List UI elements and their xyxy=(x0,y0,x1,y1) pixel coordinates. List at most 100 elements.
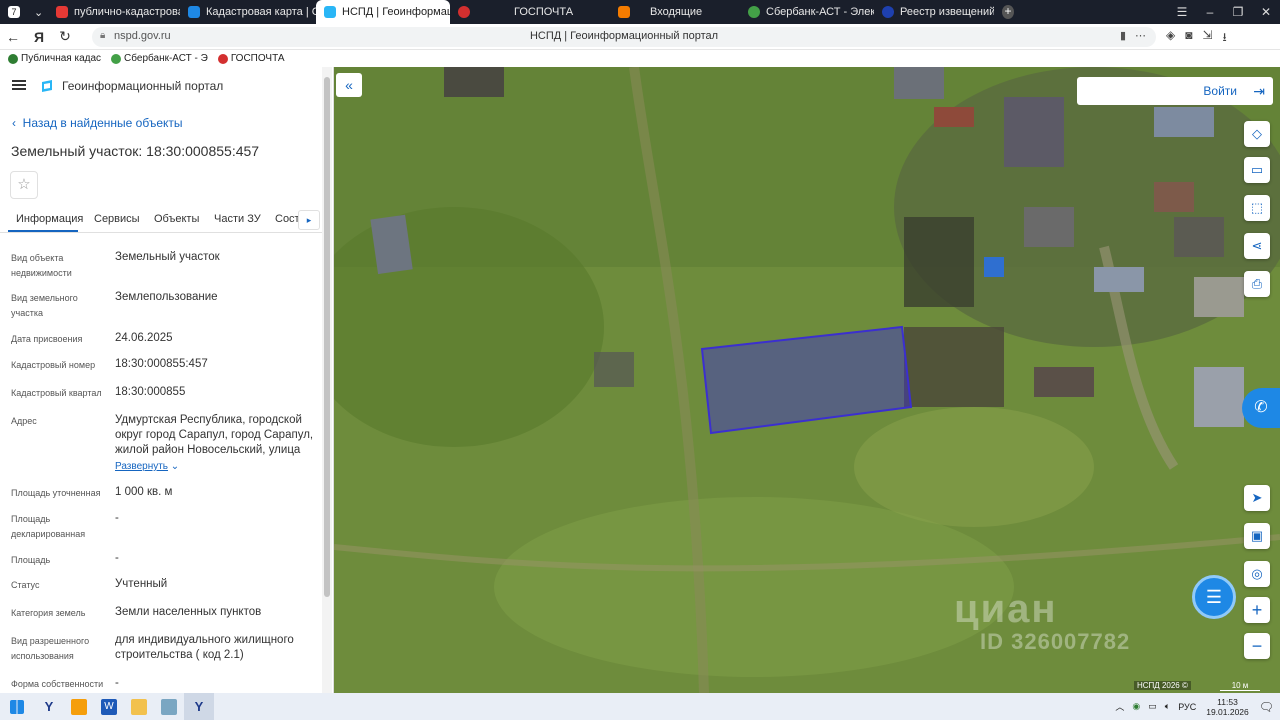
portal-name: Геоинформационный портал xyxy=(62,79,224,93)
tabs-dropdown-icon[interactable]: ⌄ xyxy=(26,0,48,24)
bookmark-tabs-icon[interactable]: ☰ xyxy=(1168,5,1196,19)
reload-icon[interactable]: ↻ xyxy=(52,28,78,45)
bookmark-1[interactable]: Сбербанк-АСТ - Э xyxy=(111,53,208,64)
back-arrow-icon[interactable]: ← xyxy=(0,29,26,45)
map-scale: 10 м xyxy=(1220,681,1260,691)
app-icon[interactable] xyxy=(154,693,184,720)
ruler-icon[interactable]: ▭ xyxy=(1244,157,1270,183)
tabs-next-arrow-icon[interactable]: ▸ xyxy=(298,210,320,230)
yandex-icon[interactable]: Я xyxy=(26,29,52,45)
tab-3[interactable] xyxy=(450,0,480,24)
hamburger-menu-icon[interactable] xyxy=(12,80,26,90)
login-button[interactable]: Войти ⇥ xyxy=(1077,77,1273,105)
browser-menu-button[interactable]: 7 xyxy=(0,0,26,24)
network-icon[interactable]: ▭ xyxy=(1148,701,1157,712)
attr-value-address: Удмуртская Республика, городской округ г… xyxy=(115,414,314,456)
word-icon[interactable]: W xyxy=(94,693,124,720)
watermark-id: ID 326007782 xyxy=(980,629,1131,654)
tab-services[interactable]: Сервисы xyxy=(94,213,140,225)
attr-label: Площадь уточненная xyxy=(11,488,101,498)
select-area-icon[interactable]: ⬚ xyxy=(1244,195,1270,221)
attr-value: - xyxy=(115,512,119,524)
close-window-icon[interactable]: ✕ xyxy=(1252,5,1280,19)
tab-favicon-icon xyxy=(748,6,760,18)
page-title-in-bar: НСПД | Геоинформационный портал xyxy=(529,30,719,42)
tab-2-active[interactable]: НСПД | Геоинформаци✕ xyxy=(316,0,450,24)
yandex-browser-icon[interactable]: Y xyxy=(34,693,64,720)
map-view[interactable]: « Войти ⇥ ◇ ▭ ⬚ ⋖ ⎙ ✆ ➤ ▣ ◎ + − циан ID … xyxy=(334,67,1280,693)
layers-icon[interactable]: ◇ xyxy=(1244,121,1270,147)
attr-label: Категория земель xyxy=(11,608,86,618)
info-tabs: Информация Сервисы Объекты Части ЗУ Сост… xyxy=(0,207,322,233)
print-icon[interactable]: ⎙ xyxy=(1244,271,1270,297)
attr-value: 18:30:000855:457 xyxy=(115,358,208,370)
yandex-browser-active-icon[interactable]: Y xyxy=(184,693,214,720)
attr-label: Кадастровый номер xyxy=(11,360,96,370)
zoom-in-icon[interactable]: + xyxy=(1244,597,1270,623)
attr-label: Площадь декларированная xyxy=(11,514,86,539)
share-icon[interactable]: ⇲ xyxy=(1202,28,1212,49)
scrollbar-thumb[interactable] xyxy=(324,77,330,597)
tray-app-icon[interactable]: ◉ xyxy=(1132,701,1140,712)
sidebar-scrollbar[interactable] xyxy=(322,67,332,693)
attr-label: Дата присвоения xyxy=(11,334,83,344)
tab-objects[interactable]: Объекты xyxy=(154,213,199,225)
portal-logo-icon xyxy=(42,80,52,92)
url-field[interactable]: 🔒︎ nspd.gov.ru НСПД | Геоинформационный … xyxy=(92,27,1156,47)
attr-value: Земли населенных пунктов xyxy=(115,606,262,618)
collapse-panel-icon[interactable]: « xyxy=(336,73,362,97)
restore-icon[interactable]: ❐ xyxy=(1224,5,1252,19)
tab-1[interactable]: Кадастровая карта | Сер xyxy=(180,0,316,24)
volume-icon[interactable]: 🔈︎ xyxy=(1165,701,1170,712)
chevron-up-icon[interactable]: ︿ xyxy=(1115,700,1124,713)
more-icon[interactable]: ⋯ xyxy=(1135,29,1146,42)
bookmark-2[interactable]: ГОСПОЧТА xyxy=(217,53,285,64)
attr-value: 24.06.2025 xyxy=(115,332,173,344)
locate-icon[interactable]: ◎ xyxy=(1244,561,1270,587)
attr-value: 18:30:000855 xyxy=(115,386,186,398)
glasses-icon[interactable]: ◙ xyxy=(1185,28,1192,49)
heart-icon xyxy=(217,53,228,64)
active-tab-underline xyxy=(8,230,78,232)
chevron-left-icon: ‹ xyxy=(12,116,23,130)
attr-label: Адрес xyxy=(11,416,37,426)
tab-5[interactable]: Входящие xyxy=(610,0,740,24)
satellite-imagery xyxy=(334,67,1280,693)
tab-6[interactable]: Сбербанк-АСТ - Электро xyxy=(740,0,874,24)
attr-label: Статус xyxy=(11,580,40,590)
notifications-icon[interactable]: 🗨︎ xyxy=(1259,700,1274,714)
tab-information[interactable]: Информация xyxy=(16,213,83,225)
clock[interactable]: 11:53 19.01.2026 xyxy=(1206,697,1249,717)
attr-label: Форма собственности xyxy=(11,679,104,689)
bookmarks-bar: Публичная кадас Сбербанк-АСТ - Э ГОСПОЧТ… xyxy=(0,50,1280,67)
file-explorer-icon[interactable] xyxy=(124,693,154,720)
keyboard-lang[interactable]: РУС xyxy=(1178,702,1196,712)
chat-icon[interactable]: ☰ xyxy=(1192,575,1236,619)
support-icon[interactable]: ✆ xyxy=(1242,388,1280,428)
browser-tab-bar: 7 ⌄ публично-кадастровая к Кадастровая к… xyxy=(0,0,1280,24)
bookmark-0[interactable]: Публичная кадас xyxy=(8,53,101,64)
minimize-icon[interactable]: – xyxy=(1196,5,1224,19)
extension-icon[interactable]: ◈ xyxy=(1166,28,1175,49)
windows-taskbar: Y W Y ︿ ◉ ▭ 🔈︎ РУС 11:53 19.01.2026 🗨︎ xyxy=(0,693,1280,720)
tab-favicon-icon xyxy=(324,6,336,18)
outlook-icon[interactable] xyxy=(64,693,94,720)
minimap-icon[interactable]: ▣ xyxy=(1244,523,1270,549)
back-to-results-link[interactable]: ‹ Назад в найденные объекты xyxy=(12,116,183,130)
expand-address-link[interactable]: Развернуть ⌄ xyxy=(115,461,179,472)
watermark-brand: циан xyxy=(954,587,1058,631)
share-icon[interactable]: ⋖ xyxy=(1244,233,1270,259)
windows-start-icon[interactable] xyxy=(0,693,34,720)
downloads-icon[interactable]: ⭳ xyxy=(1223,28,1227,49)
zoom-out-icon[interactable]: − xyxy=(1244,633,1270,659)
navigate-icon[interactable]: ➤ xyxy=(1244,485,1270,511)
tab-0[interactable]: публично-кадастровая к xyxy=(48,0,180,24)
favorite-star-icon[interactable]: ☆ xyxy=(10,171,38,199)
attr-value: для индивидуального жилищного строительс… xyxy=(115,634,294,661)
tab-parcel-parts[interactable]: Части ЗУ xyxy=(214,213,261,225)
attr-label: Вид объекта недвижимости xyxy=(11,253,72,278)
new-tab-button[interactable]: + xyxy=(994,0,1022,24)
tab-4[interactable]: ГОСПОЧТА xyxy=(480,0,610,24)
bookmark-icon[interactable]: ▮ xyxy=(1120,29,1126,42)
tab-7[interactable]: Реестр извещений xyxy=(874,0,994,24)
